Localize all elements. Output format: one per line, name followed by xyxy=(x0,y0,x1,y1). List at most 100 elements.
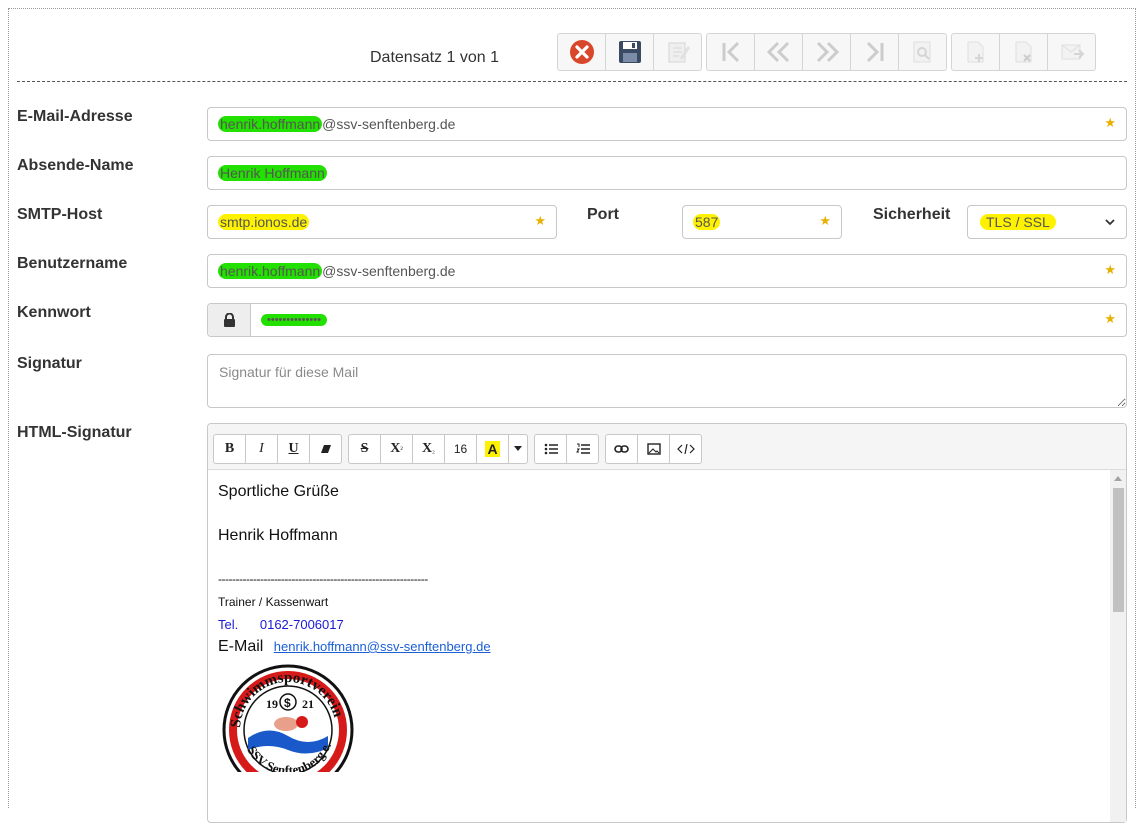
subscript-mark: ₂ xyxy=(432,444,435,454)
signature-role: Trainer / Kassenwart xyxy=(218,595,329,609)
phone-label: Tel. xyxy=(218,617,239,632)
editor-group-style: B I U xyxy=(213,434,342,469)
required-star-icon: ★ xyxy=(1104,115,1116,130)
club-logo: Schwimmsportverein 19 21 $ SSV Senftenbe… xyxy=(216,650,354,796)
signature-divider: ----------------------------------------… xyxy=(218,572,428,586)
signature-phone-line: Tel. 0162-7006017 xyxy=(218,617,491,632)
smtp-host-value: smtp.ionos.de xyxy=(218,214,310,230)
send-mail-icon xyxy=(1061,44,1084,60)
eraser-icon xyxy=(320,445,331,453)
editor-content[interactable]: Sportliche Grüße Henrik Hoffmann -------… xyxy=(216,481,491,796)
editor-group-insert xyxy=(605,434,702,469)
font-size-button[interactable]: 16 xyxy=(444,434,477,464)
port-field[interactable]: 587 ★ xyxy=(682,205,842,239)
save-button[interactable] xyxy=(605,33,654,71)
chevron-down-icon xyxy=(1105,219,1115,226)
highlight-color-button[interactable]: A xyxy=(476,434,509,464)
scroll-up-arrow-icon[interactable] xyxy=(1114,476,1122,481)
underline-button[interactable]: U xyxy=(277,434,310,464)
logo-year-right: 21 xyxy=(302,697,314,711)
logo-center-mark: $ xyxy=(284,696,291,710)
username-field[interactable]: henrik.hoffmann @ssv-senftenberg.de ★ xyxy=(207,254,1127,288)
insert-link-button[interactable] xyxy=(605,434,638,464)
insert-image-button[interactable] xyxy=(637,434,670,464)
first-record-icon xyxy=(722,41,739,63)
clear-format-button[interactable] xyxy=(309,434,342,464)
sender-name-label: Absende-Name xyxy=(17,157,134,174)
editor-toolbar: B I U S X² X₂ 16 A xyxy=(208,424,1126,470)
email-user-part: henrik.hoffmann xyxy=(218,116,323,132)
bold-button[interactable]: B xyxy=(213,434,246,464)
first-record-button[interactable] xyxy=(706,33,755,71)
bullet-list-icon xyxy=(544,443,558,455)
smtp-host-label: SMTP-Host xyxy=(17,206,103,223)
bullet-list-button[interactable] xyxy=(534,434,567,464)
toolbar-group-nav xyxy=(706,33,947,71)
code-view-button[interactable] xyxy=(669,434,702,464)
security-label: Sicherheit xyxy=(873,206,951,223)
next-record-icon xyxy=(816,41,839,63)
html-signature-label: HTML-Signatur xyxy=(17,424,132,441)
previous-record-icon xyxy=(766,41,789,63)
superscript-button[interactable]: X² xyxy=(380,434,413,464)
code-icon xyxy=(676,444,695,454)
search-doc-icon xyxy=(913,41,930,63)
signature-textarea[interactable] xyxy=(207,354,1127,408)
port-value: 587 xyxy=(693,214,721,230)
signature-email-link[interactable]: henrik.hoffmann@ssv-senftenberg.de xyxy=(274,639,491,654)
required-star-icon: ★ xyxy=(819,213,831,228)
new-doc-icon xyxy=(967,41,983,63)
signature-name: Henrik Hoffmann xyxy=(218,527,338,544)
last-record-icon xyxy=(866,41,883,63)
close-circle-icon xyxy=(569,40,594,64)
email-field[interactable]: henrik.hoffmann @ssv-senftenberg.de ★ xyxy=(207,107,1127,141)
record-counter: Datensatz 1 von 1 xyxy=(370,49,499,66)
edit-button[interactable] xyxy=(653,33,702,71)
password-value: •••••••••••••• xyxy=(261,314,327,326)
phone-value: 0162-7006017 xyxy=(259,617,344,632)
superscript-label: X xyxy=(390,441,401,456)
italic-button[interactable]: I xyxy=(245,434,278,464)
edit-note-icon xyxy=(668,42,690,63)
username-label: Benutzername xyxy=(17,255,128,272)
port-label: Port xyxy=(587,206,619,223)
last-record-button[interactable] xyxy=(850,33,899,71)
username-domain-part: @ssv-senftenberg.de xyxy=(322,263,456,279)
previous-record-button[interactable] xyxy=(754,33,803,71)
sender-name-value: Henrik Hoffmann xyxy=(218,165,327,181)
cancel-button[interactable] xyxy=(557,33,606,71)
image-icon xyxy=(646,443,661,455)
editor-scrollbar[interactable] xyxy=(1110,470,1126,822)
html-signature-editor: B I U S X² X₂ 16 A Sportliche Grüße Henr… xyxy=(207,423,1127,823)
editor-group-lists xyxy=(534,434,599,469)
delete-record-button[interactable] xyxy=(999,33,1048,71)
highlight-a-label: A xyxy=(485,441,500,457)
required-star-icon: ★ xyxy=(1104,262,1116,277)
scrollbar-thumb[interactable] xyxy=(1113,488,1124,612)
email-line-label: E-Mail xyxy=(218,638,264,655)
toolbar-group-edit xyxy=(557,33,702,71)
security-value: TLS / SSL xyxy=(980,214,1056,230)
lock-icon xyxy=(223,313,235,327)
signature-label: Signatur xyxy=(17,355,82,372)
caret-down-icon xyxy=(514,446,522,451)
superscript-mark: ² xyxy=(400,444,403,454)
subscript-label: X xyxy=(422,441,433,456)
numbered-list-button[interactable] xyxy=(566,434,599,464)
security-select[interactable]: TLS / SSL xyxy=(967,205,1127,239)
email-label: E-Mail-Adresse xyxy=(17,108,133,125)
send-mail-button[interactable] xyxy=(1047,33,1096,71)
smtp-host-field[interactable]: smtp.ionos.de ★ xyxy=(207,205,557,239)
strikethrough-button[interactable]: S xyxy=(348,434,381,464)
password-field[interactable]: •••••••••••••• ★ xyxy=(207,303,1127,337)
numbered-list-icon xyxy=(575,443,590,454)
floppy-disk-icon xyxy=(618,41,641,63)
new-record-button[interactable] xyxy=(951,33,1000,71)
subscript-button[interactable]: X₂ xyxy=(412,434,445,464)
required-star-icon: ★ xyxy=(1104,311,1116,326)
sender-name-field[interactable]: Henrik Hoffmann xyxy=(207,156,1127,190)
next-record-button[interactable] xyxy=(802,33,851,71)
highlight-color-dropdown[interactable] xyxy=(508,434,528,464)
username-user-part: henrik.hoffmann xyxy=(218,263,323,279)
search-button[interactable] xyxy=(898,33,947,71)
